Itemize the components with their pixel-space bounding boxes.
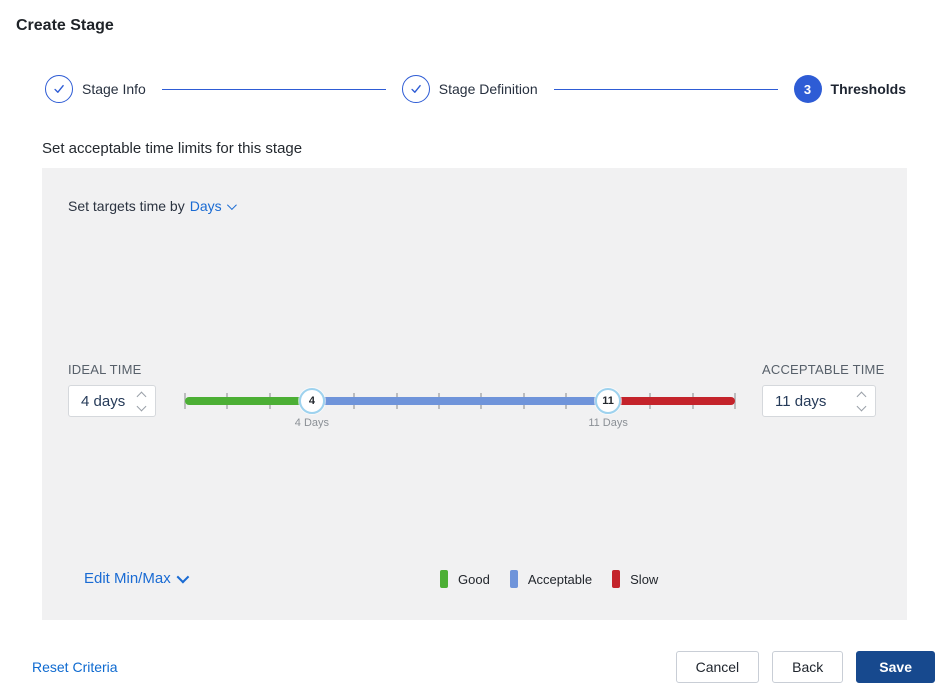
chevron-down-icon[interactable] [227, 200, 237, 210]
page-title: Create Stage [16, 17, 114, 35]
thresholds-panel: Set targets time by Days IDEAL TIME 4 da… [42, 168, 907, 620]
good-swatch [440, 570, 448, 588]
acceptable-handle-label: 11 Days [588, 417, 628, 429]
acceptable-time-input[interactable]: 11 days [762, 385, 876, 417]
step-number-badge: 3 [794, 75, 822, 103]
check-circle-icon [45, 75, 73, 103]
stepper-arrows [138, 393, 147, 410]
step-thresholds[interactable]: 3 Thresholds [794, 75, 906, 103]
stepper-arrows [858, 393, 867, 410]
target-time-prefix: Set targets time by [68, 198, 185, 214]
ideal-time-label: IDEAL TIME [68, 362, 208, 377]
increment-icon[interactable] [857, 391, 867, 401]
stepper-connector [162, 89, 386, 90]
edit-minmax-label: Edit Min/Max [84, 570, 171, 587]
wizard-stepper: Stage Info Stage Definition 3 Thresholds [45, 75, 906, 103]
slider-segment [312, 397, 608, 405]
slider-segment [608, 397, 735, 405]
ideal-time-value: 4 days [81, 393, 138, 410]
acceptable-time-label: ACCEPTABLE TIME [762, 362, 902, 377]
decrement-icon[interactable] [857, 401, 867, 411]
check-circle-icon [402, 75, 430, 103]
acceptable-time-group: ACCEPTABLE TIME 11 days [762, 362, 902, 417]
acceptable-time-value: 11 days [775, 393, 858, 410]
step-label: Thresholds [831, 81, 906, 97]
ideal-slider-handle[interactable]: 4 [299, 388, 325, 414]
slider-segment [185, 397, 312, 405]
footer-buttons: Cancel Back Save [676, 651, 935, 683]
legend-item-slow: Slow [612, 570, 658, 588]
increment-icon[interactable] [137, 391, 147, 401]
target-time-row: Set targets time by Days [68, 198, 234, 214]
threshold-slider: 4 11 4 Days 11 Days [185, 383, 735, 433]
save-button[interactable]: Save [856, 651, 935, 683]
step-stage-info[interactable]: Stage Info [45, 75, 146, 103]
step-label: Stage Info [82, 81, 146, 97]
reset-criteria-link[interactable]: Reset Criteria [32, 659, 118, 675]
time-unit-dropdown[interactable]: Days [190, 198, 222, 214]
legend-item-good: Good [440, 570, 490, 588]
legend-label: Good [458, 572, 490, 587]
legend-label: Slow [630, 572, 658, 587]
stepper-connector [554, 89, 778, 90]
section-heading: Set acceptable time limits for this stag… [42, 140, 302, 157]
legend-item-acceptable: Acceptable [510, 570, 592, 588]
acceptable-swatch [510, 570, 518, 588]
status-legend: Good Acceptable Slow [440, 570, 658, 588]
step-label: Stage Definition [439, 81, 538, 97]
legend-label: Acceptable [528, 572, 592, 587]
chevron-down-icon [176, 571, 189, 584]
cancel-button[interactable]: Cancel [676, 651, 760, 683]
back-button[interactable]: Back [772, 651, 843, 683]
decrement-icon[interactable] [137, 401, 147, 411]
acceptable-slider-handle[interactable]: 11 [595, 388, 621, 414]
ideal-time-input[interactable]: 4 days [68, 385, 156, 417]
ideal-handle-label: 4 Days [295, 417, 329, 429]
step-stage-definition[interactable]: Stage Definition [402, 75, 538, 103]
edit-minmax-link[interactable]: Edit Min/Max [84, 570, 186, 587]
create-stage-dialog: Create Stage Stage Info Stage Definition… [0, 0, 948, 695]
slow-swatch [612, 570, 620, 588]
